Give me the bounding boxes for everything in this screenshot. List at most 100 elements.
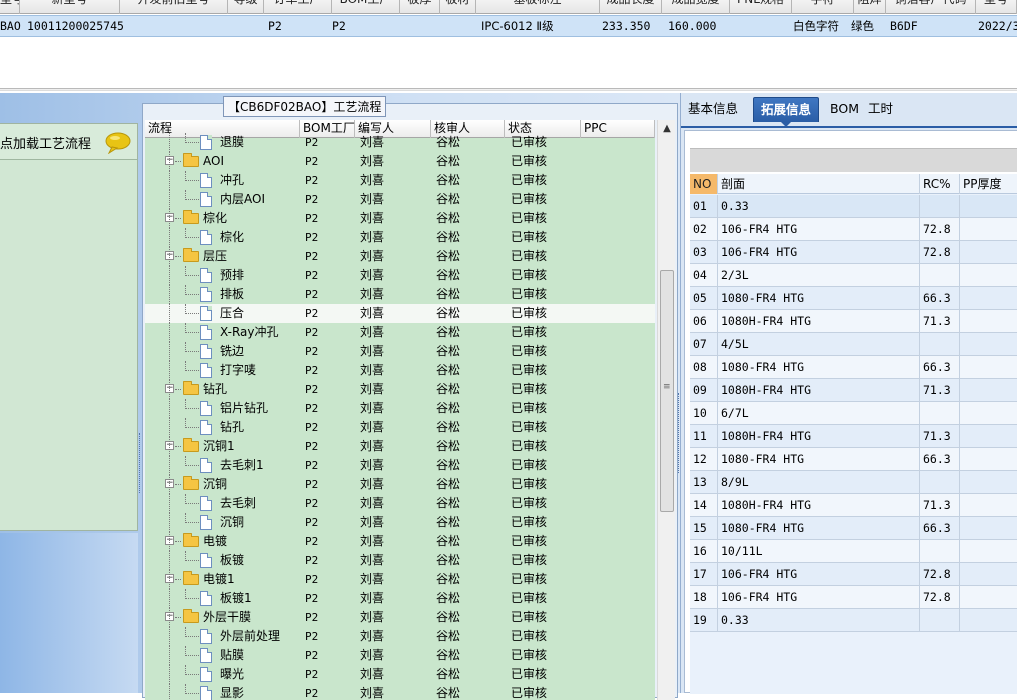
tree-node-step[interactable]: 沉铜 P2 刘喜 谷松 已审核 (145, 513, 655, 532)
tree-node-group[interactable]: − 层压 P2 刘喜 谷松 已审核 (145, 247, 655, 266)
tree-node-step[interactable]: 退膜 P2 刘喜 谷松 已审核 (145, 133, 655, 152)
speech-bubble-icon[interactable] (104, 132, 132, 154)
tab-basic-info[interactable]: 基本信息 (681, 97, 745, 122)
tree-cell-status: 已审核 (511, 591, 548, 605)
tree-node-step[interactable]: 棕化 P2 刘喜 谷松 已审核 (145, 228, 655, 247)
stackup-row[interactable]: 19 0.33 (690, 609, 1017, 632)
tree-node-step[interactable]: 贴膜 P2 刘喜 谷松 已审核 (145, 646, 655, 665)
tree-cell-name: 棕化 (220, 230, 245, 244)
col-header[interactable]: 板材 (440, 0, 476, 14)
tree-node-step[interactable]: 预排 P2 刘喜 谷松 已审核 (145, 266, 655, 285)
tree-node-step[interactable]: 曝光 P2 刘喜 谷松 已审核 (145, 665, 655, 684)
tree-node-step[interactable]: X-Ray冲孔 P2 刘喜 谷松 已审核 (145, 323, 655, 342)
col-header[interactable]: 成品长度 (600, 0, 662, 14)
stackup-cell-rc: 72.8 (920, 218, 960, 240)
col-header[interactable]: 型号 (976, 0, 1017, 14)
col-header[interactable]: 基板标注 (476, 0, 600, 14)
tab-extended-info[interactable]: 拓展信息 (753, 97, 820, 127)
stackup-row[interactable]: 14 1080H-FR4 HTG 71.3 (690, 494, 1017, 517)
tree-node-step[interactable]: 钻孔 P2 刘喜 谷松 已审核 (145, 418, 655, 437)
scroll-thumb[interactable]: ≡ (660, 270, 674, 512)
stackup-row[interactable]: 01 0.33 (690, 195, 1017, 218)
load-process-header[interactable]: 点加载工艺流程 (0, 124, 137, 160)
tree-node-step[interactable]: 去毛刺 P2 刘喜 谷松 已审核 (145, 494, 655, 513)
stackup-cell-no: 15 (690, 517, 718, 539)
col-header[interactable]: BOM工厂 (332, 0, 400, 14)
tree-cell-status: 已审核 (511, 325, 548, 339)
col-header[interactable]: 板厚 (400, 0, 440, 14)
stackup-row[interactable]: 05 1080-FR4 HTG 66.3 (690, 287, 1017, 310)
tree-node-group[interactable]: − AOI P2 刘喜 谷松 已审核 (145, 152, 655, 171)
tree-node-group[interactable]: − 沉铜1 P2 刘喜 谷松 已审核 (145, 437, 655, 456)
tree-node-step[interactable]: 显影 P2 刘喜 谷松 已审核 (145, 684, 655, 700)
tree-node-group[interactable]: − 电镀 P2 刘喜 谷松 已审核 (145, 532, 655, 551)
tree-node-step[interactable]: 冲孔 P2 刘喜 谷松 已审核 (145, 171, 655, 190)
tree-cell-name: 排板 (220, 287, 245, 301)
tree-node-step[interactable]: 板镀1 P2 刘喜 谷松 已审核 (145, 589, 655, 608)
col-header[interactable]: 铜箔客户代码 (886, 0, 976, 14)
stackup-row[interactable]: 07 4/5L (690, 333, 1017, 356)
stackup-row[interactable]: 12 1080-FR4 HTG 66.3 (690, 448, 1017, 471)
stackup-row[interactable]: 17 106-FR4 HTG 72.8 (690, 563, 1017, 586)
stackup-cell-section: 6/7L (718, 402, 920, 424)
tree-node-step[interactable]: 内层AOI P2 刘喜 谷松 已审核 (145, 190, 655, 209)
stackup-row[interactable]: 18 106-FR4 HTG 72.8 (690, 586, 1017, 609)
col-header[interactable]: 成品宽度 (662, 0, 730, 14)
tree-node-step[interactable]: 去毛刺1 P2 刘喜 谷松 已审核 (145, 456, 655, 475)
tree-node-group[interactable]: − 电镀1 P2 刘喜 谷松 已审核 (145, 570, 655, 589)
document-icon (200, 420, 212, 435)
stackup-row[interactable]: 02 106-FR4 HTG 72.8 (690, 218, 1017, 241)
tree-connector (169, 437, 170, 456)
process-tree[interactable]: 流程 BOM工厂 编写人 核审人 状态 PPC 退膜 P2 刘喜 谷松 已审核 − AOI P… (145, 120, 655, 700)
stackup-col-section[interactable]: 剖面 (718, 174, 920, 194)
tree-scrollbar[interactable]: ▲ ≡ (657, 120, 675, 700)
tab-work-hours[interactable]: 工时 (861, 97, 900, 122)
stackup-row[interactable]: 08 1080-FR4 HTG 66.3 (690, 356, 1017, 379)
col-header[interactable]: 阻焊 (854, 0, 886, 14)
tree-node-step[interactable]: 打字唛 P2 刘喜 谷松 已审核 (145, 361, 655, 380)
tree-node-group[interactable]: − 钻孔 P2 刘喜 谷松 已审核 (145, 380, 655, 399)
stackup-row[interactable]: 11 1080H-FR4 HTG 71.3 (690, 425, 1017, 448)
tree-node-group[interactable]: − 棕化 P2 刘喜 谷松 已审核 (145, 209, 655, 228)
tree-node-group[interactable]: − 沉铜 P2 刘喜 谷松 已审核 (145, 475, 655, 494)
tree-node-step[interactable]: 排板 P2 刘喜 谷松 已审核 (145, 285, 655, 304)
tree-node-group[interactable]: − 外层干膜 P2 刘喜 谷松 已审核 (145, 608, 655, 627)
tree-node-step[interactable]: 铝片钻孔 P2 刘喜 谷松 已审核 (145, 399, 655, 418)
tree-node-step[interactable]: 铣边 P2 刘喜 谷松 已审核 (145, 342, 655, 361)
stackup-cell-no: 13 (690, 471, 718, 493)
tree-cell-name: X-Ray冲孔 (220, 325, 279, 339)
stackup-row[interactable]: 13 8/9L (690, 471, 1017, 494)
stackup-row[interactable]: 16 10/11L (690, 540, 1017, 563)
right-splitter[interactable] (678, 393, 681, 473)
col-header[interactable]: 订单工厂 (264, 0, 332, 14)
tree-node-step[interactable]: 压合 P2 刘喜 谷松 已审核 (145, 304, 655, 323)
tree-connector (169, 570, 170, 589)
tree-cell-checker: 谷松 (436, 325, 461, 339)
col-header[interactable]: 新型号 (20, 0, 120, 14)
stackup-row[interactable]: 03 106-FR4 HTG 72.8 (690, 241, 1017, 264)
splitter[interactable] (0, 88, 1017, 91)
stackup-cell-no: 08 (690, 356, 718, 378)
col-header[interactable]: 型号 (0, 0, 20, 14)
tree-node-step[interactable]: 外层前处理 P2 刘喜 谷松 已审核 (145, 627, 655, 646)
stackup-grid[interactable]: NO 剖面 RC% PP厚度 01 0.33 02 106-FR4 HTG 72.8 03… (690, 174, 1017, 694)
stackup-row[interactable]: 10 6/7L (690, 402, 1017, 425)
tree-cell-checker: 谷松 (436, 420, 461, 434)
stackup-row[interactable]: 15 1080-FR4 HTG 66.3 (690, 517, 1017, 540)
tab-bom[interactable]: BOM (823, 97, 866, 122)
stackup-col-rc[interactable]: RC% (920, 174, 960, 194)
stackup-col-no[interactable]: NO (690, 174, 718, 194)
scroll-up-arrow-icon[interactable]: ▲ (658, 120, 676, 138)
tree-node-step[interactable]: 板镀 P2 刘喜 谷松 已审核 (145, 551, 655, 570)
col-header[interactable]: 等级 (228, 0, 264, 14)
tree-cell-checker: 谷松 (436, 344, 461, 358)
stackup-cell-pp-thickness (960, 356, 1017, 378)
stackup-row[interactable]: 04 2/3L (690, 264, 1017, 287)
stackup-row[interactable]: 06 1080H-FR4 HTG 71.3 (690, 310, 1017, 333)
col-header[interactable]: PNL规格 (730, 0, 792, 14)
stackup-row[interactable]: 09 1080H-FR4 HTG 71.3 (690, 379, 1017, 402)
col-header[interactable]: 开发前旧型号 (120, 0, 228, 14)
order-row[interactable]: BAO 10011200025745 P2 P2 IPC-6012 Ⅱ级 233… (0, 15, 1017, 37)
stackup-col-pp-thickness[interactable]: PP厚度 (960, 174, 1017, 194)
col-header[interactable]: 字符 (792, 0, 854, 14)
